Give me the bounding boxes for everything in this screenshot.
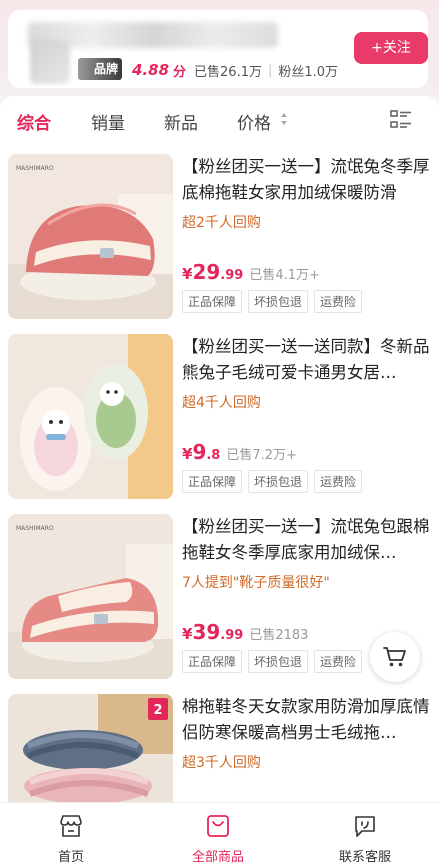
store-icon <box>60 815 82 837</box>
product-title[interactable]: 【粉丝团买一送一】流氓兔冬季厚底棉拖鞋女家用加绒保暖防滑 <box>182 154 432 206</box>
tag-authentic: 正品保障 <box>182 470 243 493</box>
tag-authentic: 正品保障 <box>182 650 243 673</box>
product-title[interactable]: 【粉丝团买一送一】流氓兔包跟棉拖鞋女冬季厚底家用加绒保… <box>182 514 432 566</box>
filter-bar: 综合 销量 新品 价格 <box>0 96 439 146</box>
tab-comprehensive[interactable]: 综合 <box>17 109 51 134</box>
nav-all-products-label: 全部商品 <box>191 850 244 865</box>
tag-damage-return: 坏损包退 <box>248 470 309 493</box>
tag-damage-return: 坏损包退 <box>248 290 309 313</box>
product-image-plush-bunny-slippers[interactable] <box>8 334 173 499</box>
image-quantity-badge: 2 <box>153 703 162 718</box>
price-currency: ¥ <box>182 265 193 283</box>
tab-new[interactable]: 新品 <box>164 109 198 134</box>
product-image-label: MASHIMARO <box>16 165 54 172</box>
product-list: MASHIMARO 【粉丝团买一送一】流氓兔冬季厚底棉拖鞋女家用加绒保暖防滑 超… <box>0 146 439 802</box>
stat-divider: | <box>267 62 273 78</box>
product-price-row: ¥ 9 .8 已售7.2万+ <box>182 440 297 464</box>
nav-all-products[interactable]: 全部商品 <box>163 803 273 868</box>
product-sold: 已售4.1万+ <box>249 268 320 283</box>
store-sold-count: 已售26.1万 <box>194 64 262 80</box>
brand-badge: 品牌 <box>78 58 122 80</box>
product-repurchase: 超4千人回购 <box>182 395 261 411</box>
store-stats: 4.88 分 已售26.1万 | 粉丝1.0万 <box>132 60 338 80</box>
nav-home[interactable]: 首页 <box>16 803 126 868</box>
tag-shipping-insurance: 运费险 <box>314 470 363 493</box>
list-layout-icon[interactable] <box>390 110 412 130</box>
price-decimal: .99 <box>220 268 244 283</box>
product-image-pink-striped-slipper[interactable]: MASHIMARO <box>8 154 173 319</box>
store-fans-count: 粉丝1.0万 <box>278 64 339 80</box>
cart-icon <box>383 647 406 667</box>
store-card[interactable]: 品牌 4.88 分 已售26.1万 | 粉丝1.0万 +关注 <box>8 10 428 88</box>
product-repurchase: 超3千人回购 <box>182 755 261 771</box>
price-integer: 9 <box>192 440 207 464</box>
product-image-couple-striped-slippers[interactable]: 2 <box>8 694 173 802</box>
tag-shipping-insurance: 运费险 <box>314 290 363 313</box>
product-card[interactable]: 2 棉拖鞋冬天女款家用防滑加厚底情侣防寒保暖高档男士毛绒拖… 超3千人回购 <box>0 690 439 802</box>
product-tags: 正品保障 坏损包退 运费险 <box>182 470 363 493</box>
price-integer: 29 <box>192 260 221 284</box>
bottom-nav: 首页 全部商品 联系客服 <box>0 802 439 868</box>
nav-home-label: 首页 <box>57 850 84 865</box>
product-title[interactable]: 【粉丝团买一送一送同款】冬新品熊兔子毛绒可爱卡通男女居… <box>182 334 432 386</box>
product-sold: 已售2183 <box>249 628 309 643</box>
price-decimal: .99 <box>220 628 244 643</box>
store-rating: 4.88 <box>132 61 170 79</box>
product-price-row: ¥ 29 .99 已售4.1万+ <box>182 260 320 284</box>
cart-button[interactable] <box>370 632 420 682</box>
tag-authentic: 正品保障 <box>182 290 243 313</box>
product-tags: 正品保障 坏损包退 运费险 <box>182 290 363 313</box>
follow-button[interactable]: +关注 <box>354 32 428 64</box>
product-repurchase: 超2千人回购 <box>182 215 261 231</box>
product-image-pink-closed-back-slipper[interactable]: MASHIMARO <box>8 514 173 679</box>
product-card[interactable]: 【粉丝团买一送一送同款】冬新品熊兔子毛绒可爱卡通男女居… 超4千人回购 ¥ 9 … <box>0 330 439 510</box>
price-integer: 39 <box>192 620 221 644</box>
store-header: 品牌 4.88 分 已售26.1万 | 粉丝1.0万 +关注 <box>0 0 439 96</box>
product-title[interactable]: 棉拖鞋冬天女款家用防滑加厚底情侣防寒保暖高档男士毛绒拖… <box>182 694 432 746</box>
product-image-label: MASHIMARO <box>16 525 54 532</box>
store-logo-redacted <box>30 40 70 84</box>
nav-customer-service-label: 联系客服 <box>338 850 391 865</box>
store-rating-unit: 分 <box>173 64 187 80</box>
tab-price[interactable]: 价格 <box>237 109 271 134</box>
price-decimal: .8 <box>206 448 221 463</box>
bag-icon <box>207 815 229 837</box>
price-currency: ¥ <box>182 625 193 643</box>
nav-customer-service[interactable]: 联系客服 <box>310 803 420 868</box>
product-price-row: ¥ 39 .99 已售2183 <box>182 620 308 644</box>
tag-damage-return: 坏损包退 <box>248 650 309 673</box>
sort-arrows-icon[interactable] <box>280 112 288 126</box>
product-review-highlight: 7人提到"靴子质量很好" <box>182 575 330 591</box>
chat-icon <box>355 816 375 837</box>
product-card[interactable]: MASHIMARO 【粉丝团买一送一】流氓兔冬季厚底棉拖鞋女家用加绒保暖防滑 超… <box>0 150 439 330</box>
tag-shipping-insurance: 运费险 <box>314 650 363 673</box>
tab-sales[interactable]: 销量 <box>91 109 125 134</box>
product-sold: 已售7.2万+ <box>226 448 297 463</box>
product-tags: 正品保障 坏损包退 运费险 <box>182 650 363 673</box>
price-currency: ¥ <box>182 445 193 463</box>
